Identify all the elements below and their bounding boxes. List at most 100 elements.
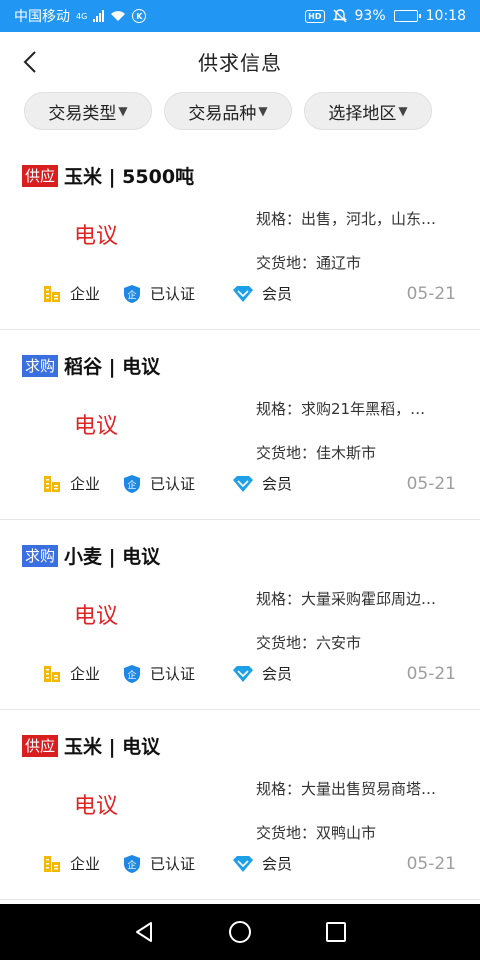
badge-label: 会员 <box>262 665 293 683</box>
trade-tag: 供应 <box>22 164 59 187</box>
square-recent-icon <box>326 922 346 942</box>
badge-label: 已认证 <box>150 475 196 493</box>
listing-card[interactable]: 求购 稻谷 | 电议 电议 规格：求购21年黑稻，… 交货地：佳木斯市 企业 企… <box>0 330 480 520</box>
badge-label: 会员 <box>262 475 293 493</box>
svg-text:企: 企 <box>127 289 136 301</box>
shield-icon: 企 <box>124 854 140 873</box>
trade-tag: 求购 <box>22 354 59 377</box>
badge-company: 企业 <box>42 663 100 684</box>
badge-member: 会员 <box>232 853 292 874</box>
building-icon <box>44 855 60 872</box>
svg-text:企: 企 <box>127 479 136 491</box>
badge-label: 企业 <box>70 855 101 873</box>
system-nav-bar <box>0 904 480 960</box>
svg-text:企: 企 <box>127 859 136 871</box>
badge-member: 会员 <box>232 473 292 494</box>
caret-down-icon: ▼ <box>398 104 408 118</box>
badge-certified: 企 已认证 <box>122 283 195 304</box>
battery-percent: 93% <box>354 8 386 24</box>
delivery-location: 交货地：通辽市 <box>256 254 362 272</box>
badge-label: 企业 <box>70 285 101 303</box>
delivery-location: 交货地：佳木斯市 <box>256 444 377 462</box>
app-header: 供求信息 <box>0 32 480 90</box>
badge-member: 会员 <box>232 663 292 684</box>
listing-title: 稻谷 | 电议 <box>64 356 161 378</box>
badge-label: 企业 <box>70 665 101 683</box>
shield-icon: 企 <box>124 474 140 493</box>
listing-title: 玉米 | 5500吨 <box>64 166 195 188</box>
nav-recent-button[interactable] <box>316 912 356 952</box>
wifi-icon <box>111 11 126 21</box>
badge-label: 企业 <box>70 475 101 493</box>
svg-text:企: 企 <box>127 669 136 681</box>
badges-row: 企业 企 已认证 会员 <box>42 473 442 497</box>
badge-certified: 企 已认证 <box>122 853 195 874</box>
filter-region[interactable]: 选择地区 ▼ <box>304 92 432 130</box>
diamond-icon <box>233 665 253 682</box>
building-icon <box>44 475 60 492</box>
diamond-icon <box>233 285 253 302</box>
badge-company: 企业 <box>42 283 100 304</box>
filter-trade-type[interactable]: 交易类型 ▼ <box>24 92 152 130</box>
shield-icon: 企 <box>124 284 140 303</box>
status-bar: 中国移动 4G K HD 93% 10:18 <box>0 0 480 32</box>
filter-label: 交易类型 <box>48 103 117 124</box>
badges-row: 企业 企 已认证 会员 <box>42 283 442 307</box>
spec-text: 规格：大量出售贸易商塔… <box>256 780 437 798</box>
back-button[interactable] <box>14 46 46 78</box>
post-date: 05-21 <box>406 854 456 874</box>
badge-company: 企业 <box>42 473 100 494</box>
battery-icon <box>393 10 421 22</box>
diamond-icon <box>233 475 253 492</box>
signal-icon <box>93 10 105 22</box>
spec-text: 规格：出售，河北，山东… <box>256 210 437 228</box>
card-title-row: 供应 玉米 | 5500吨 <box>22 162 194 189</box>
price: 电议 <box>74 604 119 629</box>
spec-text: 规格：大量采购霍邱周边… <box>256 590 437 608</box>
mute-bell-icon <box>332 9 347 23</box>
nav-back-button[interactable] <box>124 912 164 952</box>
triangle-back-icon <box>136 922 152 942</box>
caret-down-icon: ▼ <box>118 104 128 118</box>
listing-title: 玉米 | 电议 <box>64 736 161 758</box>
delivery-location: 交货地：双鸭山市 <box>256 824 377 842</box>
k-icon: K <box>132 9 147 23</box>
chevron-left-icon <box>23 51 36 73</box>
filter-trade-variety[interactable]: 交易品种 ▼ <box>164 92 292 130</box>
listing-card[interactable]: 求购 小麦 | 电议 电议 规格：大量采购霍邱周边… 交货地：六安市 企业 企 … <box>0 520 480 710</box>
badge-label: 已认证 <box>150 665 196 683</box>
card-title-row: 求购 稻谷 | 电议 <box>22 352 160 379</box>
post-date: 05-21 <box>406 284 456 304</box>
shield-icon: 企 <box>124 664 140 683</box>
price: 电议 <box>74 794 119 819</box>
listing-card[interactable]: 供应 玉米 | 电议 电议 规格：大量出售贸易商塔… 交货地：双鸭山市 企业 企… <box>0 710 480 900</box>
listing-title: 小麦 | 电议 <box>64 546 161 568</box>
card-title-row: 供应 玉米 | 电议 <box>22 732 160 759</box>
filter-label: 选择地区 <box>328 103 397 124</box>
badge-label: 已认证 <box>150 285 196 303</box>
filter-label: 交易品种 <box>188 103 257 124</box>
badge-certified: 企 已认证 <box>122 473 195 494</box>
hd-icon: HD <box>305 9 325 23</box>
card-title-row: 求购 小麦 | 电议 <box>22 542 160 569</box>
page-title: 供求信息 <box>198 50 282 75</box>
post-date: 05-21 <box>406 474 456 494</box>
trade-tag: 供应 <box>22 734 59 757</box>
trade-tag: 求购 <box>22 544 59 567</box>
delivery-location: 交货地：六安市 <box>256 634 362 652</box>
filter-bar: 交易类型 ▼ 交易品种 ▼ 选择地区 ▼ <box>0 92 480 138</box>
nav-home-button[interactable] <box>220 912 260 952</box>
listing-card[interactable]: 供应 玉米 | 5500吨 电议 规格：出售，河北，山东… 交货地：通辽市 企业… <box>0 140 480 330</box>
carrier-label: 中国移动 <box>14 9 70 25</box>
badge-label: 会员 <box>262 285 293 303</box>
spec-text: 规格：求购21年黑稻，… <box>256 400 426 418</box>
badge-label: 已认证 <box>150 855 196 873</box>
price: 电议 <box>74 414 119 439</box>
post-date: 05-21 <box>406 664 456 684</box>
listing-list: 供应 玉米 | 5500吨 电议 规格：出售，河北，山东… 交货地：通辽市 企业… <box>0 140 480 900</box>
badge-certified: 企 已认证 <box>122 663 195 684</box>
building-icon <box>44 285 60 302</box>
badge-member: 会员 <box>232 283 292 304</box>
building-icon <box>44 665 60 682</box>
badges-row: 企业 企 已认证 会员 <box>42 853 442 877</box>
